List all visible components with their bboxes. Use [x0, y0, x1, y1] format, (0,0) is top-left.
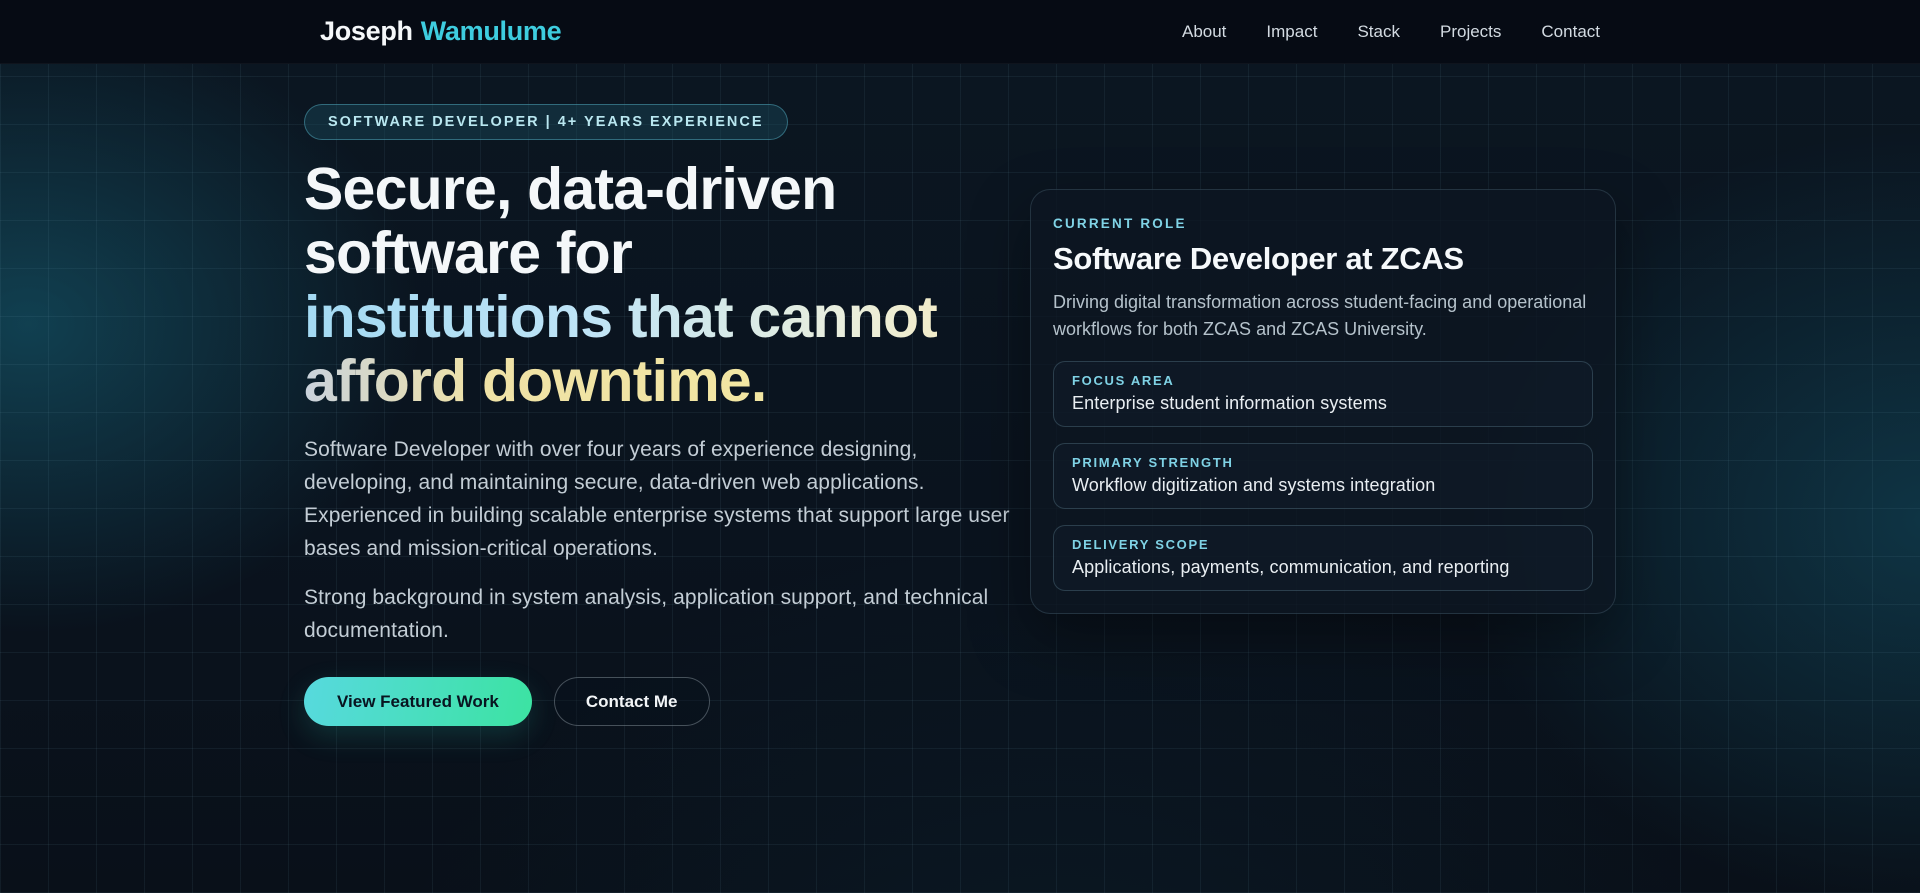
hero-content: SOFTWARE DEVELOPER | 4+ YEARS EXPERIENCE…: [304, 64, 1616, 726]
primary-strength-card: PRIMARY STRENGTH Workflow digitization a…: [1053, 443, 1593, 509]
focus-area-card: FOCUS AREA Enterprise student informatio…: [1053, 361, 1593, 427]
hero-heading: Secure, data-driven software for instituti…: [304, 157, 1030, 413]
hero-paragraph-1: Software Developer with over four years …: [304, 438, 1010, 560]
navbar-inner: Joseph Wamulume About Impact Stack Projec…: [320, 0, 1600, 63]
delivery-scope-label: DELIVERY SCOPE: [1072, 537, 1210, 552]
experience-badge-text: SOFTWARE DEVELOPER | 4+ YEARS EXPERIENCE: [328, 114, 764, 130]
hero-paragraph-2: Strong background in system analysis, ap…: [304, 586, 989, 642]
current-role-description: Driving digital transformation across st…: [1053, 292, 1587, 339]
delivery-scope-value: Applications, payments, communication, a…: [1072, 557, 1510, 577]
navbar: Joseph Wamulume About Impact Stack Projec…: [0, 0, 1920, 64]
brand-first-name: Joseph: [320, 16, 413, 46]
nav-link-about[interactable]: About: [1182, 22, 1226, 42]
brand-logo[interactable]: Joseph Wamulume: [320, 16, 562, 47]
primary-strength-value: Workflow digitization and systems integr…: [1072, 475, 1436, 495]
nav-link-impact[interactable]: Impact: [1266, 22, 1317, 42]
experience-badge: SOFTWARE DEVELOPER | 4+ YEARS EXPERIENCE: [304, 104, 788, 140]
hero-heading-line1: Secure, data-driven: [304, 156, 837, 222]
nav-link-projects[interactable]: Projects: [1440, 22, 1501, 42]
brand-last-name: Wamulume: [420, 16, 562, 46]
current-role-card: CURRENT ROLE Software Developer at ZCAS …: [1030, 189, 1616, 614]
hero-section: SOFTWARE DEVELOPER | 4+ YEARS EXPERIENCE…: [0, 64, 1920, 893]
cta-row: View Featured Work Contact Me: [304, 677, 1030, 726]
focus-area-label: FOCUS AREA: [1072, 373, 1175, 388]
nav-link-contact[interactable]: Contact: [1541, 22, 1600, 42]
hero-heading-line4: afford downtime.: [304, 348, 767, 414]
contact-me-button[interactable]: Contact Me: [553, 677, 710, 726]
focus-area-value: Enterprise student information systems: [1072, 393, 1387, 413]
primary-strength-label: PRIMARY STRENGTH: [1072, 455, 1234, 470]
hero-heading-line3: institutions that cannot: [304, 284, 938, 350]
hero-left-column: SOFTWARE DEVELOPER | 4+ YEARS EXPERIENCE…: [304, 104, 1030, 726]
hero-heading-line2: software for: [304, 220, 633, 286]
current-role-title: Software Developer at ZCAS: [1053, 241, 1464, 276]
nav-link-stack[interactable]: Stack: [1357, 22, 1400, 42]
current-role-label: CURRENT ROLE: [1053, 216, 1187, 231]
delivery-scope-card: DELIVERY SCOPE Applications, payments, c…: [1053, 525, 1593, 591]
nav-links: About Impact Stack Projects Contact: [1182, 22, 1600, 42]
view-featured-work-button[interactable]: View Featured Work: [304, 677, 532, 726]
